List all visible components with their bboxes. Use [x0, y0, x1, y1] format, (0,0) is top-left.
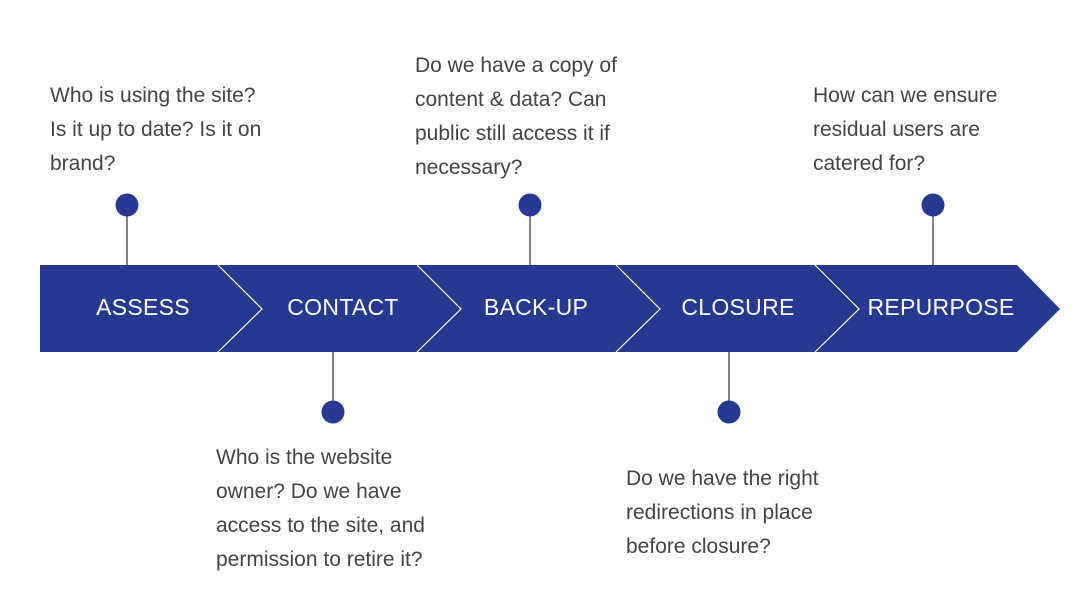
question-repurpose: How can we ensure residual users are cat… [813, 84, 998, 175]
stage-label-backup: BACK-UP [484, 294, 588, 320]
question-closure: Do we have the right redirections in pla… [626, 467, 819, 558]
question-contact: Who is the website owner? Do we have acc… [216, 446, 425, 571]
marker-dot-repurpose [921, 193, 945, 217]
marker-dot-assess [115, 193, 139, 217]
stage-label-assess: ASSESS [96, 294, 190, 320]
marker-dot-contact [321, 400, 345, 424]
stage-label-closure: CLOSURE [681, 294, 794, 320]
marker-dot-closure [717, 400, 741, 424]
stage-label-contact: CONTACT [287, 294, 399, 320]
marker-dot-backup [518, 193, 542, 217]
question-assess: Who is using the site? Is it up to date?… [50, 84, 262, 175]
question-backup: Do we have a copy of content & data? Can… [415, 54, 617, 179]
stage-label-repurpose: REPURPOSE [867, 294, 1014, 320]
